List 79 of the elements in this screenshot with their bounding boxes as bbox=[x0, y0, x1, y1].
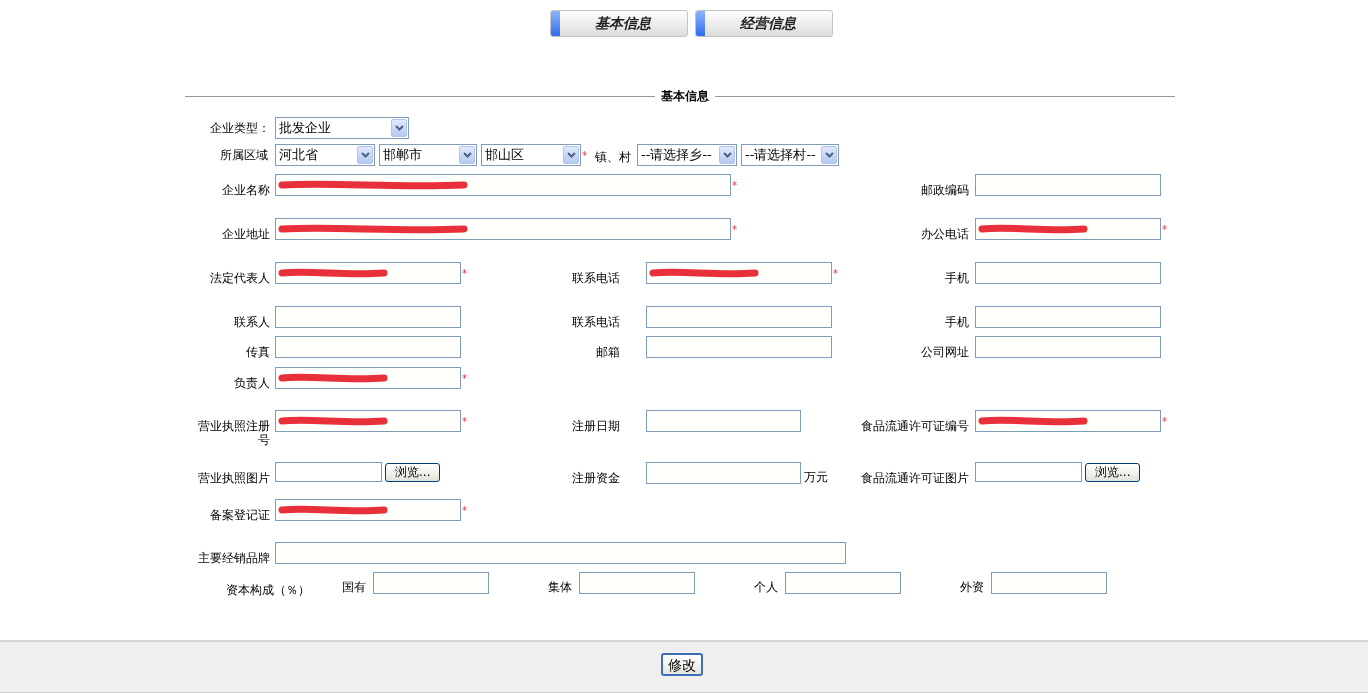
field-label: 营业执照注册号 bbox=[198, 419, 270, 447]
input-field[interactable] bbox=[275, 367, 461, 389]
input-field[interactable] bbox=[646, 462, 801, 484]
field-label: 资本构成（％） bbox=[226, 582, 310, 599]
input-field[interactable] bbox=[275, 262, 461, 284]
input-field[interactable] bbox=[975, 306, 1161, 328]
field-label: 所属区域 bbox=[220, 148, 268, 162]
field-label: 企业名称 bbox=[222, 183, 270, 197]
input-field[interactable] bbox=[275, 410, 461, 432]
unit-label: 万元 bbox=[804, 469, 828, 486]
field-label: 食品流通许可证图片 bbox=[861, 471, 969, 485]
required-marker: * bbox=[1162, 415, 1167, 429]
input-field[interactable] bbox=[275, 499, 461, 521]
field-label: 个人 bbox=[754, 580, 778, 594]
field-label: 联系电话 bbox=[572, 271, 620, 285]
input-field[interactable] bbox=[975, 410, 1161, 432]
field-label: 企业类型： bbox=[210, 121, 270, 135]
field-label: 集体 bbox=[548, 580, 572, 594]
field-label: 主要经销品牌 bbox=[198, 551, 270, 565]
dropdown-select[interactable]: --请选择乡-- bbox=[637, 144, 737, 166]
input-field[interactable] bbox=[275, 336, 461, 358]
input-field[interactable] bbox=[373, 572, 489, 594]
field-label: 注册日期 bbox=[572, 419, 620, 433]
field-label: 食品流通许可证编号 bbox=[861, 419, 969, 433]
input-field[interactable] bbox=[991, 572, 1107, 594]
field-label: 外资 bbox=[960, 580, 984, 594]
input-field[interactable] bbox=[646, 336, 832, 358]
input-field[interactable] bbox=[275, 218, 731, 240]
required-marker: * bbox=[732, 223, 737, 237]
input-field[interactable] bbox=[785, 572, 901, 594]
tab[interactable]: 基本信息 bbox=[549, 10, 688, 37]
required-marker: * bbox=[462, 267, 467, 281]
required-marker: * bbox=[462, 415, 467, 429]
field-label: 联系人 bbox=[234, 315, 270, 329]
section-title: 基本信息 bbox=[660, 88, 710, 105]
file-path-field[interactable] bbox=[975, 462, 1082, 482]
input-field[interactable] bbox=[275, 174, 731, 196]
input-field[interactable] bbox=[975, 262, 1161, 284]
required-marker: * bbox=[833, 267, 838, 281]
field-label: 手机 bbox=[945, 271, 969, 285]
required-marker: * bbox=[732, 179, 737, 193]
input-field[interactable] bbox=[646, 262, 832, 284]
field-label: 公司网址 bbox=[921, 345, 969, 359]
field-label: 手机 bbox=[945, 315, 969, 329]
field-label: 企业地址 bbox=[222, 227, 270, 241]
browse-button[interactable]: 浏览... bbox=[1085, 462, 1141, 482]
field-label: 备案登记证 bbox=[210, 508, 270, 522]
field-label: 营业执照图片 bbox=[198, 471, 270, 485]
input-field[interactable] bbox=[579, 572, 695, 594]
input-field[interactable] bbox=[975, 174, 1161, 196]
input-field[interactable] bbox=[646, 410, 801, 432]
field-label: 注册资金 bbox=[572, 471, 620, 485]
field-label: 传真 bbox=[246, 345, 270, 359]
dropdown-select[interactable]: --请选择村-- bbox=[741, 144, 839, 166]
file-path-field[interactable] bbox=[275, 462, 382, 482]
field-label: 邮政编码 bbox=[921, 183, 969, 197]
input-field[interactable] bbox=[975, 218, 1161, 240]
dropdown-select[interactable]: 河北省 bbox=[275, 144, 375, 166]
field-label: 负责人 bbox=[234, 376, 270, 390]
input-field[interactable] bbox=[646, 306, 832, 328]
dropdown-select[interactable]: 邯郸市 bbox=[379, 144, 477, 166]
field-label: 联系电话 bbox=[572, 315, 620, 329]
field-label: 国有 bbox=[342, 580, 366, 594]
input-field[interactable] bbox=[975, 336, 1161, 358]
dropdown-select[interactable]: 邯山区 bbox=[481, 144, 581, 166]
browse-button[interactable]: 浏览... bbox=[385, 462, 441, 482]
dropdown-select[interactable]: 批发企业 bbox=[275, 117, 409, 139]
submit-button[interactable]: 修改 bbox=[660, 653, 703, 676]
required-marker: * bbox=[582, 149, 587, 163]
required-marker: * bbox=[1162, 223, 1167, 237]
input-field[interactable] bbox=[275, 542, 846, 564]
tab[interactable]: 经营信息 bbox=[694, 10, 833, 37]
field-label: 邮箱 bbox=[596, 345, 620, 359]
input-field[interactable] bbox=[275, 306, 461, 328]
required-marker: * bbox=[462, 372, 467, 386]
field-label: 镇、村 bbox=[595, 149, 631, 166]
field-label: 办公电话 bbox=[921, 227, 969, 241]
required-marker: * bbox=[462, 504, 467, 518]
field-label: 法定代表人 bbox=[210, 271, 270, 285]
